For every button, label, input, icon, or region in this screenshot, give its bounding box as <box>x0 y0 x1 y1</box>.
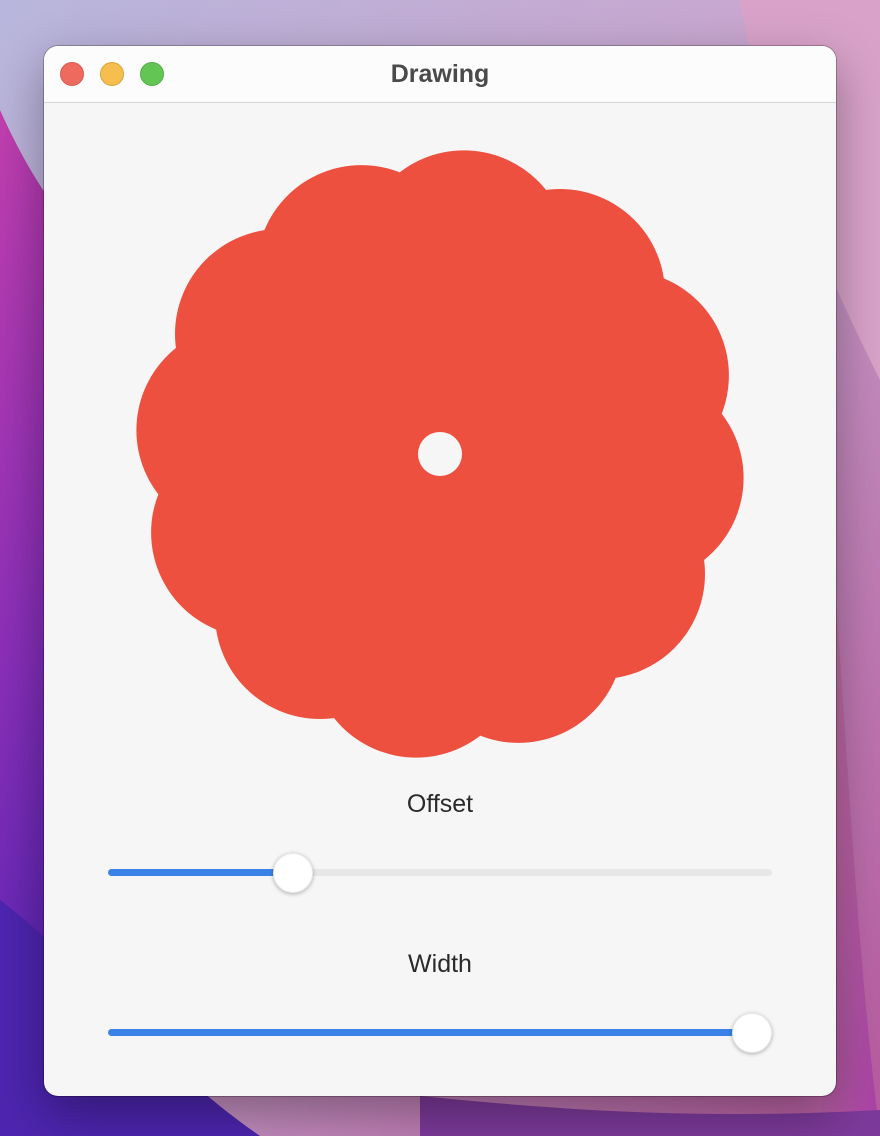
width-slider[interactable] <box>108 1013 772 1053</box>
offset-slider-thumb[interactable] <box>273 853 314 893</box>
app-window: Drawing Offset Width <box>44 46 836 1096</box>
title-bar[interactable]: Drawing <box>44 46 836 103</box>
offset-slider-fill <box>108 869 294 876</box>
flower-center-hole <box>418 432 462 476</box>
width-label: Width <box>408 950 472 978</box>
offset-label: Offset <box>406 790 474 818</box>
flower-petal <box>256 165 467 376</box>
width-slider-thumb[interactable] <box>732 1013 772 1053</box>
flower-drawing-canvas <box>136 150 744 758</box>
window-title: Drawing <box>390 60 490 88</box>
offset-slider[interactable] <box>108 853 772 893</box>
width-slider-fill <box>108 1029 752 1036</box>
